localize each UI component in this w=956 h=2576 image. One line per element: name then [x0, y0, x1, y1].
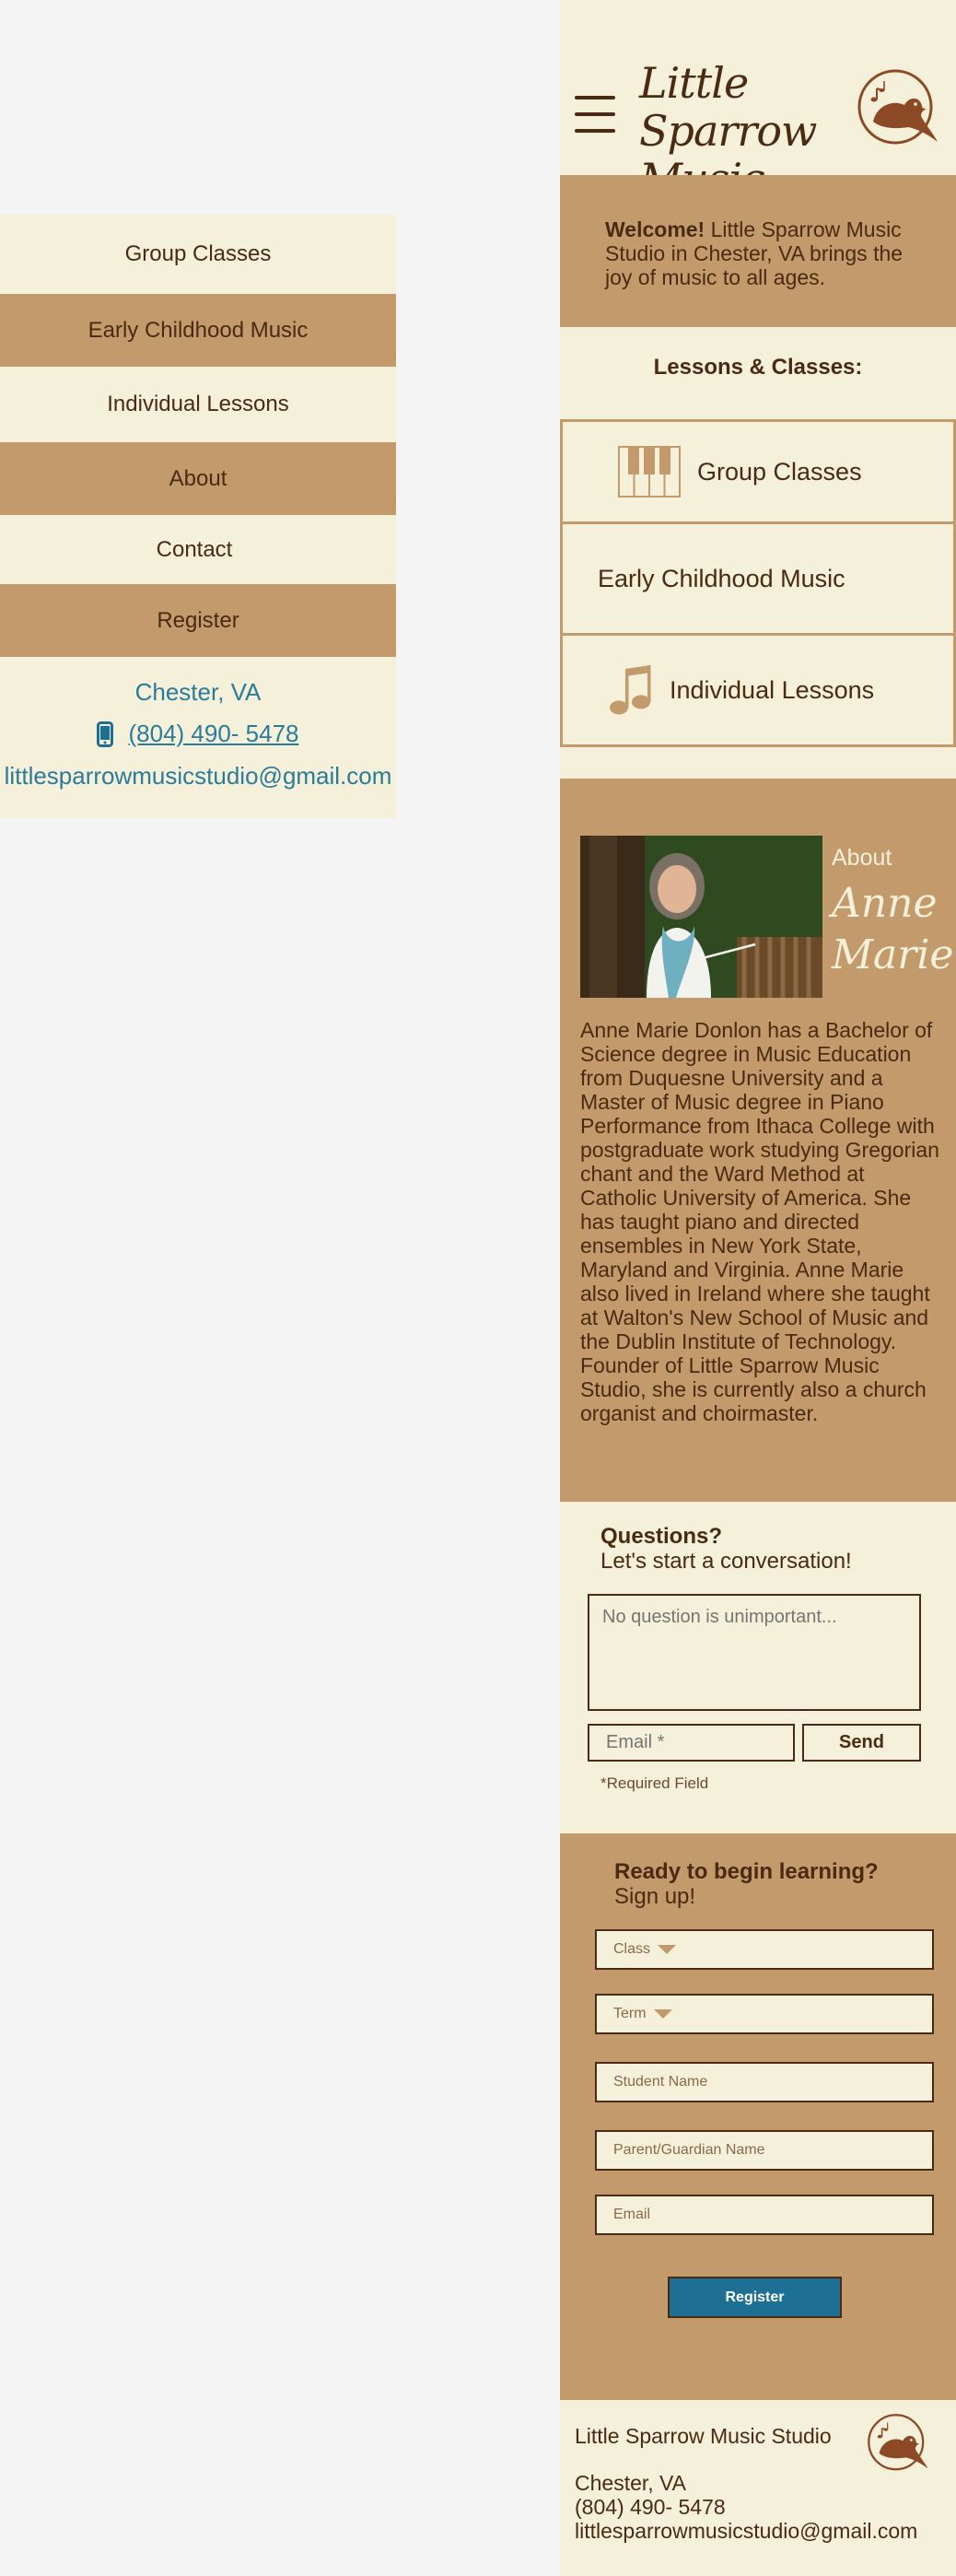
about-bio: Anne Marie Donlon has a Bachelor of Scie… [580, 1018, 944, 1425]
menu-item-contact[interactable]: Contact [0, 515, 396, 584]
contact-subtitle: Let's start a conversation! [600, 1549, 852, 1574]
term-select-label: Term [613, 2006, 647, 2021]
contact-email-input[interactable] [588, 1724, 795, 1762]
lesson-card-individual-lessons[interactable]: Individual Lessons [560, 633, 956, 747]
menu-email-link[interactable]: littlesparrowmusicstudio@gmail.com [0, 762, 396, 790]
menu-phone: (804) 490- 5478 [0, 720, 396, 748]
sparrow-logo-icon [868, 2414, 928, 2471]
signup-email-input[interactable]: Email [595, 2195, 934, 2235]
menu-item-label: About [169, 465, 227, 491]
footer-email[interactable]: littlesparrowmusicstudio@gmail.com [575, 2519, 917, 2544]
lessons-heading: Lessons & Classes: [653, 355, 863, 380]
bio-name: Anne Marie Donlon [580, 1018, 762, 1042]
side-menu: Group Classes Early Childhood Music Indi… [0, 215, 396, 818]
register-button[interactable]: Register [668, 2277, 842, 2318]
bio-body: has a Bachelor of Science degree in Musi… [580, 1018, 939, 1425]
piano-keys-icon [618, 446, 681, 498]
contact-title: Questions? [600, 1524, 723, 1549]
menu-item-about[interactable]: About [0, 442, 396, 515]
required-field-note: *Required Field [600, 1774, 709, 1792]
phone-icon [97, 720, 114, 747]
question-textarea[interactable] [588, 1594, 921, 1711]
menu-item-register[interactable]: Register [0, 584, 396, 657]
menu-item-early-childhood[interactable]: Early Childhood Music [0, 294, 396, 367]
music-note-icon [610, 665, 651, 715]
student-name-input[interactable]: Student Name [595, 2062, 934, 2102]
class-select[interactable]: Class [595, 1929, 934, 1970]
mobile-page: Little Sparrow Music Studio Welcome! Lit… [560, 0, 956, 2576]
footer-phone[interactable]: (804) 490- 5478 [575, 2495, 726, 2520]
term-select[interactable]: Term [595, 1994, 934, 2034]
footer-location: Chester, VA [575, 2471, 687, 2495]
lesson-card-group-classes[interactable]: Group Classes [560, 419, 956, 524]
lesson-label: Individual Lessons [670, 675, 875, 704]
about-name-line-2: Marie [832, 931, 954, 978]
logo-line-1: Little Sparrow [639, 58, 817, 156]
menu-location: Chester, VA [134, 678, 262, 706]
hamburger-menu-icon[interactable] [575, 96, 615, 133]
send-button[interactable]: Send [802, 1724, 921, 1762]
lesson-card-early-childhood[interactable]: Early Childhood Music [560, 521, 956, 636]
contact-section: Questions? Let's start a conversation! S… [560, 1502, 956, 1833]
student-name-placeholder: Student Name [613, 2074, 708, 2090]
instructor-photo [580, 836, 822, 998]
about-name-script: Anne Marie [832, 878, 954, 981]
welcome-section: Welcome! Little Sparrow Music Studio in … [560, 175, 956, 327]
lesson-label: Group Classes [697, 457, 862, 486]
menu-item-label: Register [157, 607, 239, 633]
footer-studio-name: Little Sparrow Music Studio [575, 2424, 832, 2448]
welcome-bold: Welcome! [605, 217, 705, 241]
chevron-down-icon [658, 1945, 677, 1954]
menu-item-label: Individual Lessons [107, 392, 289, 416]
menu-item-label: Early Childhood Music [87, 317, 309, 343]
sparrow-logo-icon[interactable] [857, 68, 939, 151]
menu-item-label: Group Classes [124, 241, 272, 266]
menu-item-group-classes[interactable]: Group Classes [0, 215, 396, 294]
parent-name-placeholder: Parent/Guardian Name [613, 2142, 765, 2158]
chevron-down-icon [653, 2009, 672, 2019]
about-name-line-1: Anne [832, 880, 938, 927]
site-header: Little Sparrow Music Studio [560, 0, 956, 251]
parent-name-input[interactable]: Parent/Guardian Name [595, 2130, 934, 2171]
menu-item-individual-lessons[interactable]: Individual Lessons [0, 367, 396, 442]
signup-section: Ready to begin learning? Sign up! Class … [560, 1833, 956, 2400]
welcome-text: Welcome! Little Sparrow Music Studio in … [605, 217, 927, 289]
menu-phone-link[interactable]: (804) 490- 5478 [128, 720, 298, 748]
signup-title: Ready to begin learning? [614, 1859, 879, 1884]
signup-email-placeholder: Email [613, 2207, 651, 2222]
class-select-label: Class [613, 1941, 651, 1957]
signup-subtitle: Sign up! [614, 1884, 696, 1909]
about-label: About [832, 845, 892, 871]
menu-item-label: Contact [156, 536, 233, 562]
lesson-label: Early Childhood Music [598, 564, 845, 592]
site-footer: Little Sparrow Music Studio Chester, VA … [560, 2400, 956, 2576]
about-section: About Anne Marie Anne Marie Donlon has a… [560, 779, 956, 1502]
